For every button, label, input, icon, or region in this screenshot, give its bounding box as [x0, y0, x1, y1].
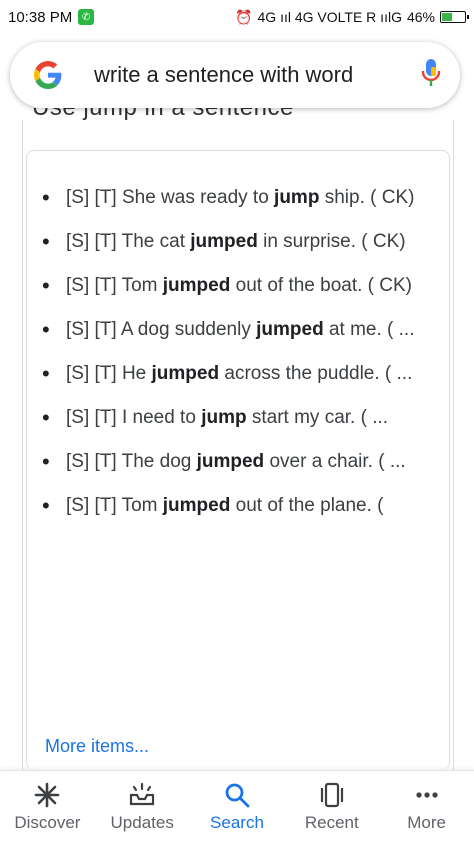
whatsapp-icon: ✆	[78, 9, 95, 25]
sentence-prefix: [S] [T] I need to	[66, 407, 202, 428]
sentence-suffix: ship. ( CK)	[319, 187, 415, 208]
bottom-nav: Discover Updates Search Recent More	[0, 770, 474, 842]
sentence-item: [S] [T] The dog jumped over a chair. ( .…	[42, 446, 432, 478]
nav-recent[interactable]: Recent	[284, 771, 379, 842]
sentence-suffix: out of the plane. (	[230, 495, 384, 516]
nav-search[interactable]: Search	[190, 771, 285, 842]
sentence-prefix: [S] [T] He	[66, 363, 152, 384]
nav-label: Recent	[304, 813, 359, 832]
sentence-prefix: [S] [T] A dog suddenly	[66, 319, 257, 340]
sentence-prefix: [S] [T] The cat	[66, 231, 191, 252]
nav-updates[interactable]: Updates	[95, 771, 190, 842]
nav-more[interactable]: More	[379, 771, 474, 842]
search-bar[interactable]: write a sentence with word	[10, 42, 460, 108]
sentence-item: [S] [T] He jumped across the puddle. ( .…	[42, 358, 432, 390]
battery-level	[442, 13, 453, 21]
sentence-item: [S] [T] She was ready to jump ship. ( CK…	[42, 182, 432, 214]
sentence-keyword: jumped	[151, 363, 220, 384]
sentence-suffix: in surprise. ( CK)	[257, 231, 406, 252]
nav-discover[interactable]: Discover	[0, 771, 95, 842]
sentence-suffix: over a chair. ( ...	[264, 451, 406, 472]
sentence-keyword: jump	[201, 407, 247, 428]
search-icon	[225, 783, 250, 808]
sentence-list: [S] [T] She was ready to jump ship. ( CK…	[42, 182, 432, 534]
nav-label: More	[407, 813, 446, 832]
more-dots-icon	[415, 792, 438, 798]
nav-label: Search	[210, 813, 264, 832]
sentence-prefix: [S] [T] Tom	[66, 495, 163, 516]
search-input[interactable]: write a sentence with word	[94, 62, 420, 88]
sentence-prefix: [S] [T] The dog	[66, 451, 197, 472]
alarm-icon: ⏰	[235, 8, 253, 25]
inbox-icon	[130, 782, 155, 806]
nav-label: Updates	[110, 813, 174, 832]
sentence-keyword: jumped	[196, 451, 265, 472]
sentence-suffix: out of the boat. ( CK)	[230, 275, 412, 296]
sentence-suffix: at me. ( ...	[323, 319, 415, 340]
sentence-suffix: across the puddle. ( ...	[219, 363, 413, 384]
nav-label: Discover	[14, 813, 81, 832]
sentence-keyword: jump	[274, 187, 320, 208]
sentence-item: [S] [T] Tom jumped out of the plane. (	[42, 490, 432, 522]
more-items-link[interactable]: More items...	[45, 736, 149, 757]
sentence-prefix: [S] [T] She was ready to	[66, 187, 275, 208]
sentence-item: [S] [T] I need to jump start my car. ( .…	[42, 402, 432, 434]
sentence-keyword: jumped	[190, 231, 258, 252]
sentence-keyword: jumped	[162, 495, 231, 516]
sentence-suffix: start my car. ( ...	[246, 407, 389, 428]
battery-percent: 46%	[406, 9, 435, 25]
status-bar: 10:38 PM ✆ ⏰ 4G ııl 4G VOLTE R ıılG 46%	[0, 0, 474, 34]
status-time: 10:38 PM	[8, 8, 73, 26]
sentence-item: [S] [T] The cat jumped in surprise. ( CK…	[42, 226, 432, 258]
battery-icon	[440, 11, 469, 23]
google-logo-icon[interactable]	[32, 59, 64, 91]
sentence-keyword: jumped	[162, 275, 231, 296]
sentence-keyword: jumped	[256, 319, 324, 340]
mic-icon[interactable]	[420, 58, 442, 93]
tabs-icon	[320, 782, 343, 808]
sentence-prefix: [S] [T] Tom	[66, 275, 163, 296]
asterisk-icon	[35, 782, 60, 808]
network-status: 4G ııl 4G VOLTE R ıılG	[257, 9, 402, 25]
sentence-item: [S] [T] Tom jumped out of the boat. ( CK…	[42, 270, 432, 302]
sentence-item: [S] [T] A dog suddenly jumped at me. ( .…	[42, 314, 432, 346]
